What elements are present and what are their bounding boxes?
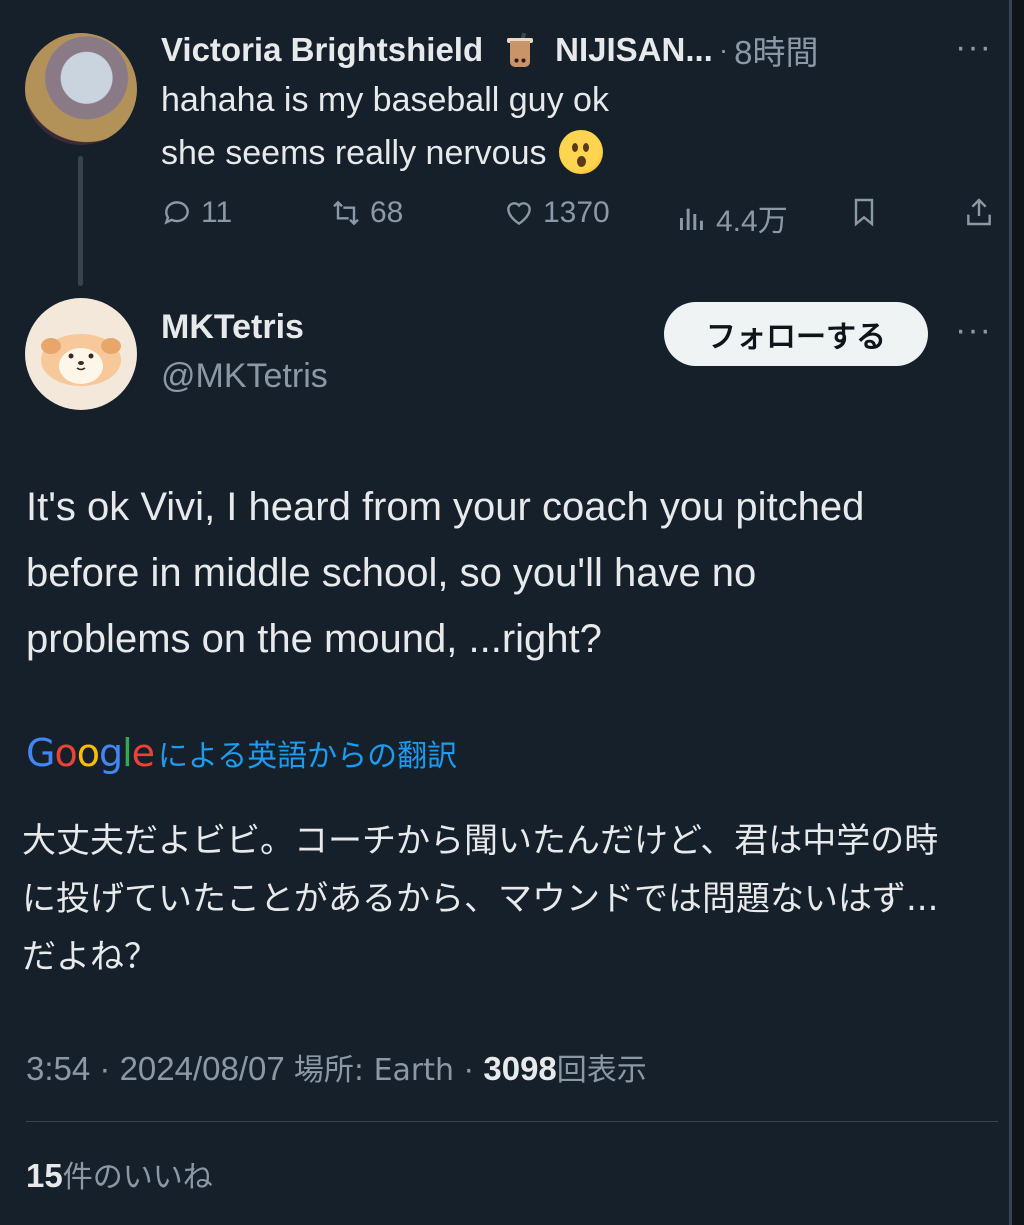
- views-count: 3098: [483, 1050, 557, 1087]
- separator-dot: ·: [99, 1050, 111, 1087]
- follow-button[interactable]: フォローする: [664, 302, 928, 366]
- bookmark-button[interactable]: [848, 196, 880, 228]
- heart-icon: [507, 202, 531, 226]
- main-author-avatar[interactable]: [25, 298, 137, 410]
- shiba-dog-avatar-icon: [41, 334, 121, 386]
- scrollbar[interactable]: [1012, 0, 1024, 1225]
- retweet-button[interactable]: 68: [330, 196, 403, 230]
- translated-text: 大丈夫だよビビ。コーチから聞いたんだけど、君は中学の時 に投げていたことがあるか…: [22, 812, 1007, 986]
- bookmark-icon: [854, 198, 874, 227]
- tweet-metadata: 3:54 · 2024/08/07 場所: Earth · 3098回表示: [26, 1045, 647, 1089]
- parent-author-name[interactable]: Victoria Brightshield: [161, 31, 483, 69]
- retweet-count: 68: [370, 196, 404, 229]
- likes-summary-link[interactable]: 15件のいいね: [26, 1152, 213, 1196]
- hushed-face-emoji-icon: [558, 130, 603, 174]
- reply-button[interactable]: 11: [161, 196, 232, 230]
- google-logo: Google: [26, 731, 155, 775]
- translation-attribution[interactable]: Google による英語からの翻訳: [26, 731, 457, 775]
- parent-tweet-action-bar: 11 68 1370 4.4万: [0, 196, 1024, 240]
- analytics-bars-icon: [680, 208, 703, 230]
- main-tweet-text: It's ok Vivi, I heard from your coach yo…: [26, 474, 996, 672]
- main-tweet-text-line: It's ok Vivi, I heard from your coach yo…: [26, 485, 865, 529]
- main-author-name[interactable]: MKTetris: [161, 308, 304, 347]
- view-count: 4.4万: [716, 205, 788, 238]
- parent-tweet-time[interactable]: 8時間: [734, 26, 818, 74]
- tweet-location: 場所: Earth: [293, 1053, 455, 1088]
- reply-count: 11: [201, 196, 233, 229]
- parent-tweet-text-line: hahaha is my baseball guy ok: [161, 81, 609, 119]
- likes-count: 15: [26, 1157, 63, 1194]
- main-author-handle[interactable]: @MKTetris: [161, 357, 328, 396]
- retweet-icon: [333, 200, 359, 226]
- parent-tweet-header: Victoria Brightshield NIJISAN... · 8時間: [161, 28, 819, 72]
- tweet-time[interactable]: 3:54: [26, 1050, 90, 1087]
- like-button[interactable]: 1370: [503, 196, 610, 230]
- parent-author-team-badge: NIJISAN...: [555, 31, 713, 68]
- main-tweet-text-line: before in middle school, so you'll have …: [26, 551, 757, 595]
- share-button[interactable]: [963, 196, 995, 228]
- divider: [26, 1121, 998, 1122]
- separator-dot: ·: [463, 1050, 475, 1087]
- tweet-date[interactable]: 2024/08/07: [120, 1050, 285, 1087]
- likes-label: 件のいいね: [62, 1160, 213, 1195]
- more-options-icon[interactable]: ···: [955, 313, 992, 347]
- more-options-icon[interactable]: ···: [955, 30, 992, 64]
- parent-tweet-text: she seems really nervous: [161, 134, 547, 172]
- bubble-tea-emoji-icon: [507, 32, 534, 67]
- views-label: 回表示: [556, 1053, 647, 1088]
- translated-text-line: 大丈夫だよビビ。コーチから聞いたんだけど、君は中学の時: [22, 821, 939, 861]
- parent-tweet-text-line: she seems really nervous: [161, 130, 603, 174]
- like-count: 1370: [543, 196, 610, 229]
- translation-label[interactable]: による英語からの翻訳: [158, 731, 457, 775]
- parent-author-avatar[interactable]: [25, 33, 137, 145]
- separator-dot: ·: [718, 34, 729, 65]
- main-tweet-text-line: problems on the mound, ...right?: [26, 617, 602, 661]
- views-button[interactable]: 4.4万: [676, 196, 788, 240]
- share-icon: [967, 198, 991, 226]
- translated-text-line: だよね？: [22, 937, 158, 977]
- translated-text-line: に投げていたことがあるから、マウンドでは問題ないはず...: [22, 879, 939, 919]
- reply-icon: [164, 201, 189, 225]
